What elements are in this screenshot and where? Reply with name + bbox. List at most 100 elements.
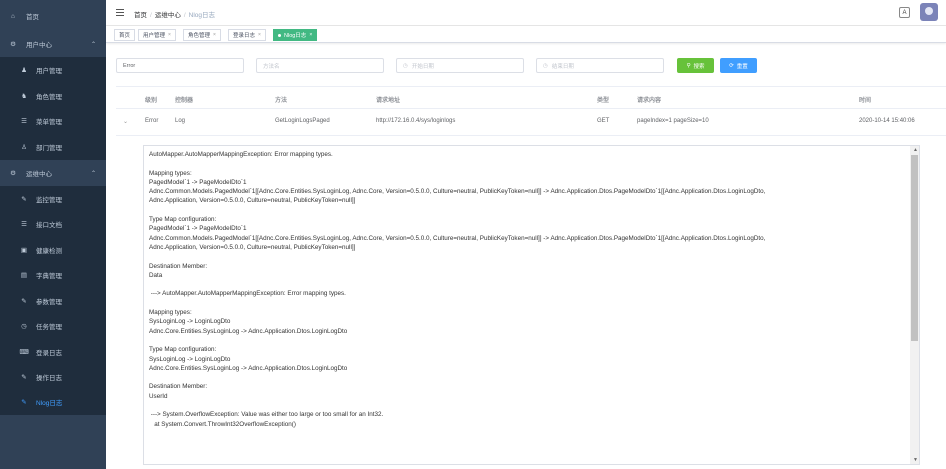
- end-date-picker[interactable]: ◷ 结束日期: [536, 58, 664, 73]
- breadcrumb-separator: /: [183, 12, 186, 19]
- exception-text: AutoMapper.AutoMapperMappingException: E…: [149, 151, 766, 428]
- sidebar-item-label: 操作日志: [36, 375, 62, 382]
- column-header-type: 类型: [597, 98, 610, 104]
- level-select[interactable]: Error: [116, 58, 244, 73]
- close-icon[interactable]: ×: [258, 32, 261, 38]
- sidebar-item-operations-center[interactable]: ⚙ 运维中心 ⌃: [0, 160, 106, 186]
- column-header-method: 方法: [275, 98, 288, 104]
- close-icon[interactable]: ×: [168, 32, 171, 38]
- start-date-picker[interactable]: ◷ 开始日期: [396, 58, 524, 73]
- gear-icon: ⚙: [10, 41, 16, 48]
- operations-icon: ⚙: [10, 170, 16, 177]
- sidebar-item-label: 参数管理: [36, 299, 62, 306]
- sidebar-item-dictionary-management[interactable]: ▤ 字典管理: [0, 262, 106, 288]
- column-header-controller: 控制器: [175, 98, 194, 104]
- sidebar-item-label: 首页: [26, 14, 39, 21]
- reset-button[interactable]: ⟳ 重置: [720, 58, 757, 73]
- tag-label: 角色管理: [188, 33, 211, 39]
- clock-icon: ◷: [21, 323, 27, 330]
- sidebar-item-label: 监控管理: [36, 197, 62, 204]
- scrollbar-thumb[interactable]: [911, 155, 918, 341]
- tag-nlog[interactable]: Nlog日志 ×: [273, 29, 318, 41]
- chevron-up-icon: ⌃: [90, 41, 96, 48]
- sidebar-item-label: 运维中心: [26, 171, 52, 178]
- document-icon: ☰: [21, 221, 27, 228]
- sidebar-item-label: 用户中心: [26, 42, 52, 49]
- sidebar-item-department-management[interactable]: ♙ 部门管理: [0, 134, 106, 160]
- sidebar-item-label: Nlog日志: [36, 400, 63, 407]
- reset-button-label: 重置: [736, 63, 748, 70]
- table-header-border: [116, 108, 946, 109]
- breadcrumb-item-home[interactable]: 首页: [134, 12, 147, 19]
- dictionary-icon: ▤: [20, 272, 28, 279]
- scroll-down-icon[interactable]: ▼: [913, 457, 918, 463]
- tag-user-management[interactable]: 用户管理 ×: [138, 29, 176, 41]
- end-date-placeholder: 结束日期: [551, 63, 574, 70]
- sidebar-item-label: 部门管理: [36, 145, 62, 152]
- sidebar-item-label: 字典管理: [36, 273, 62, 280]
- tag-login-log[interactable]: 登录日志 ×: [228, 29, 266, 41]
- tag-role-management[interactable]: 角色管理 ×: [183, 29, 221, 41]
- cell-method: GetLoginLogsPaged: [275, 118, 330, 124]
- exception-detail-textarea[interactable]: AutoMapper.AutoMapperMappingException: E…: [143, 145, 920, 465]
- table-row-border: [116, 135, 946, 136]
- sidebar-item-label: 登录日志: [36, 350, 62, 357]
- role-icon: ♞: [21, 93, 27, 100]
- tags-view: 首页 用户管理 × 角色管理 × 登录日志 × Nlog日志 ×: [106, 26, 946, 43]
- sidebar-item-role-management[interactable]: ♞ 角色管理: [0, 83, 106, 109]
- breadcrumb-item-operations[interactable]: 运维中心: [155, 12, 181, 19]
- scrollbar[interactable]: ▲ ▼: [910, 146, 919, 464]
- cell-content: pageIndex=1 pageSize=10: [637, 118, 709, 124]
- user-icon: ♟: [21, 67, 27, 74]
- tag-label: 用户管理: [143, 33, 166, 39]
- health-check-icon: ▣: [20, 247, 28, 254]
- column-header-content: 请求内容: [637, 98, 662, 104]
- table-top-border: [116, 86, 946, 87]
- chevron-up-icon: ⌃: [90, 170, 96, 177]
- cell-type: GET: [597, 118, 610, 124]
- cell-time: 2020-10-14 15:40:06: [859, 118, 915, 124]
- sidebar-item-nlog[interactable]: ✎ Nlog日志: [0, 389, 106, 415]
- sidebar-item-menu-management[interactable]: ☰ 菜单管理: [0, 108, 106, 134]
- breadcrumb-separator: /: [150, 12, 152, 19]
- hamburger-icon[interactable]: [116, 9, 124, 17]
- sidebar-item-home[interactable]: ⌂ 首页: [0, 3, 106, 29]
- sidebar-item-label: 角色管理: [36, 94, 62, 101]
- sidebar-item-label: 任务管理: [36, 324, 62, 331]
- sidebar-item-parameter-management[interactable]: ✎ 参数管理: [0, 288, 106, 314]
- sidebar-item-monitor-management[interactable]: ✎ 监控管理: [0, 186, 106, 212]
- sidebar-item-operation-log[interactable]: ✎ 操作日志: [0, 364, 106, 390]
- navbar: 首页 / 运维中心 / Nlog日志 A: [106, 0, 946, 26]
- home-icon: ⌂: [11, 12, 15, 20]
- tag-home[interactable]: 首页: [114, 29, 136, 41]
- active-dot-icon: [278, 33, 281, 37]
- search-button[interactable]: ⚲ 搜索: [677, 58, 714, 73]
- sidebar-item-label: 用户管理: [36, 68, 62, 75]
- sidebar-item-user-center[interactable]: ⚙ 用户中心 ⌃: [0, 31, 106, 57]
- sidebar: ⌂ 首页 ⚙ 用户中心 ⌃ ♟ 用户管理 ♞ 角色管理 ☰ 菜单管理 ♙ 部门管…: [0, 0, 106, 469]
- close-icon[interactable]: ×: [309, 32, 312, 38]
- translate-icon[interactable]: A: [899, 7, 910, 18]
- tag-label: Nlog日志: [284, 33, 307, 39]
- cell-level: Error: [145, 118, 159, 124]
- method-input[interactable]: 方法名: [256, 58, 384, 73]
- expand-chevron-icon[interactable]: ⌄: [123, 118, 128, 125]
- calendar-icon: ◷: [403, 62, 408, 69]
- refresh-icon: ⟳: [729, 62, 734, 69]
- search-icon: ⚲: [686, 62, 691, 69]
- breadcrumb-item-current: Nlog日志: [188, 12, 215, 19]
- column-header-level: 级别: [145, 98, 158, 104]
- sidebar-item-user-management[interactable]: ♟ 用户管理: [0, 57, 106, 83]
- cell-url: http://172.16.0.4/sys/loginlogs: [376, 118, 456, 124]
- login-log-icon: ⌨: [19, 349, 29, 356]
- scroll-up-icon[interactable]: ▲: [913, 147, 918, 153]
- sidebar-item-task-management[interactable]: ◷ 任务管理: [0, 313, 106, 339]
- tag-label: 登录日志: [233, 33, 256, 39]
- sidebar-item-label: 菜单管理: [36, 119, 62, 126]
- close-icon[interactable]: ×: [213, 32, 216, 38]
- start-date-placeholder: 开始日期: [411, 63, 434, 70]
- sidebar-item-api-docs[interactable]: ☰ 接口文档: [0, 211, 106, 237]
- avatar[interactable]: [920, 3, 938, 21]
- sidebar-item-health-check[interactable]: ▣ 健康检测: [0, 237, 106, 263]
- sidebar-item-login-log[interactable]: ⌨ 登录日志: [0, 339, 106, 365]
